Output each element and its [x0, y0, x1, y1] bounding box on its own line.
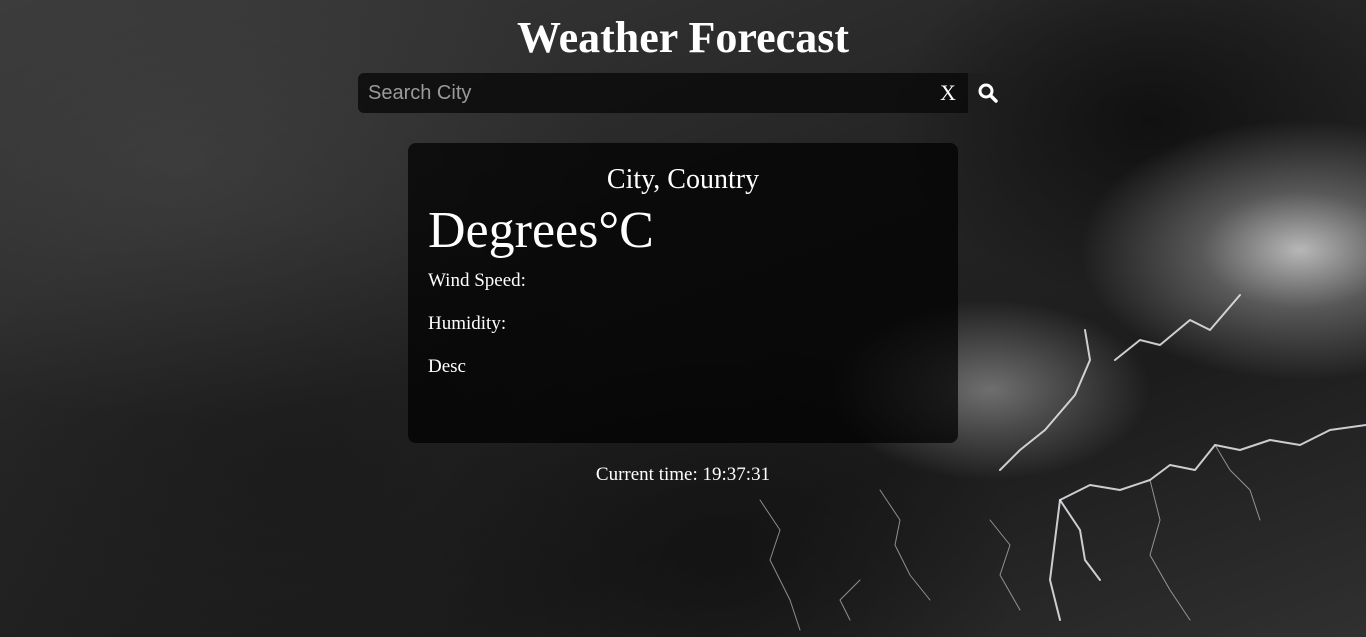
search-input[interactable]	[358, 73, 918, 113]
current-time: Current time: 19:37:31	[0, 463, 1366, 487]
weather-description: Desc	[428, 356, 466, 377]
current-time-label: Current time:	[595, 464, 698, 485]
current-time-value: 19:37:31	[702, 464, 771, 485]
clear-search-button[interactable]: X	[928, 73, 968, 113]
search-icon	[978, 83, 998, 103]
page-title: Weather Forecast	[517, 13, 849, 62]
search-button[interactable]	[968, 73, 1008, 113]
search-bar: X	[358, 73, 968, 113]
city-name: City, Country	[606, 164, 760, 195]
humidity-label: Humidity:	[428, 313, 507, 334]
wind-speed-label: Wind Speed:	[428, 270, 526, 291]
temperature: Degrees°C	[428, 202, 654, 259]
weather-card: City, Country Degrees°C Wind Speed: Humi…	[408, 143, 958, 443]
